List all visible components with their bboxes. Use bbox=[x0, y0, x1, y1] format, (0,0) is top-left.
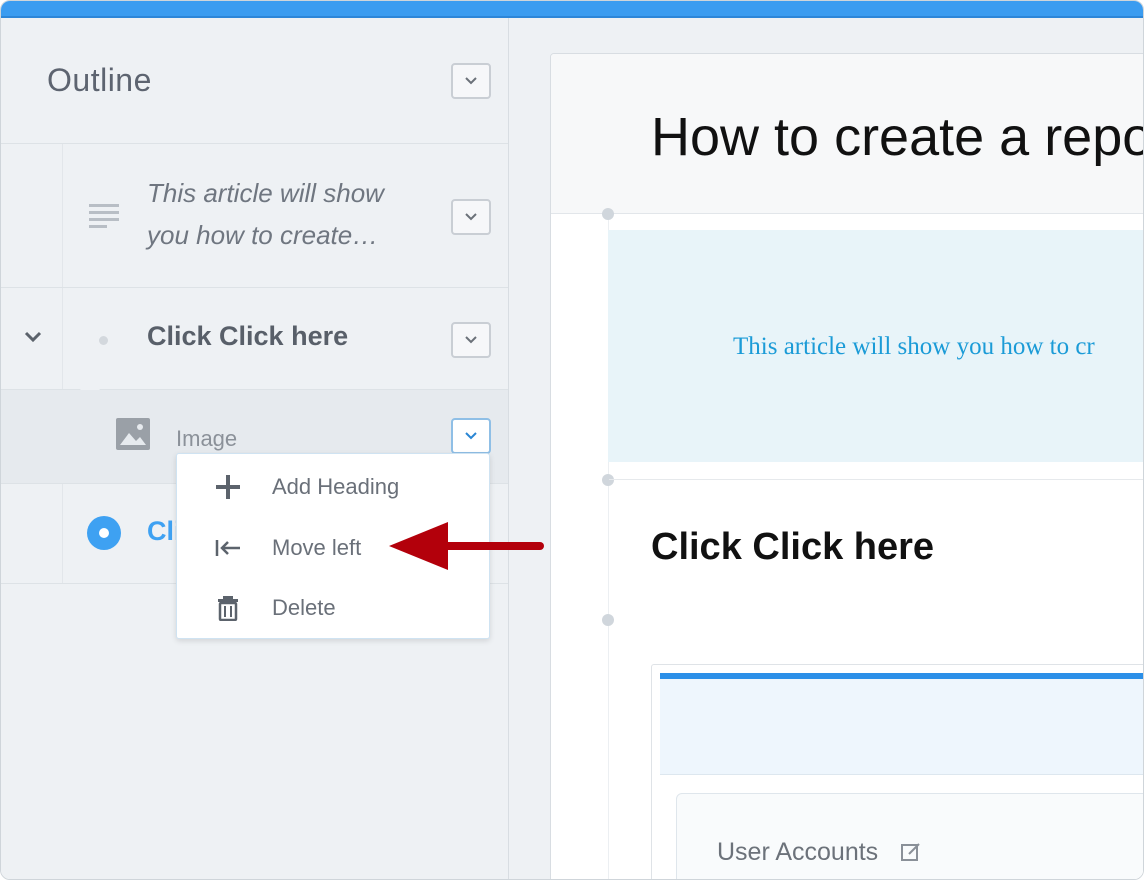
menu-item-delete[interactable]: Delete bbox=[177, 577, 489, 637]
trash-icon bbox=[218, 596, 238, 621]
outline-header: Outline bbox=[1, 18, 508, 144]
outline-item-label: Click Click here bbox=[147, 321, 349, 351]
block-handle[interactable] bbox=[602, 474, 614, 486]
outline-title: Outline bbox=[47, 62, 152, 98]
menu-item-label: Move left bbox=[272, 535, 362, 560]
menu-item-label: Delete bbox=[272, 595, 336, 620]
chevron-down-icon bbox=[465, 77, 477, 85]
outline-item-intro[interactable]: This article will show you how to create… bbox=[1, 144, 508, 288]
edit-icon bbox=[901, 843, 920, 861]
outline-sidebar: Outline This article will show you how t… bbox=[1, 18, 509, 879]
block-handle[interactable] bbox=[602, 614, 614, 626]
move-left-icon bbox=[215, 540, 240, 556]
menu-item-label: Add Heading bbox=[272, 474, 400, 499]
intro-text[interactable]: This article will show you how to cr bbox=[733, 333, 1095, 361]
item-options-button[interactable] bbox=[451, 199, 491, 235]
outline-item-label: Image bbox=[176, 426, 238, 451]
dot-icon bbox=[99, 336, 108, 345]
menu-item-add-heading[interactable]: Add Heading bbox=[177, 456, 489, 516]
embedded-screenshot[interactable]: User Accounts bbox=[651, 664, 1143, 879]
outline-item-label: This article will show you how to create… bbox=[147, 178, 384, 250]
app-window: Outline This article will show you how t… bbox=[0, 0, 1144, 880]
intro-block[interactable]: This article will show you how to cr bbox=[608, 230, 1143, 462]
radio-icon bbox=[87, 516, 121, 550]
outline-options-button[interactable] bbox=[451, 63, 491, 99]
lines-icon bbox=[89, 204, 119, 228]
title-block[interactable]: How to create a repo bbox=[551, 54, 1143, 214]
item-options-button-active[interactable] bbox=[451, 418, 491, 454]
plus-icon bbox=[216, 475, 240, 499]
outline-item-heading[interactable]: Click Click here bbox=[1, 288, 508, 400]
block-handle[interactable] bbox=[602, 208, 614, 220]
chevron-down-icon bbox=[465, 213, 477, 221]
top-accent-bar bbox=[1, 1, 1143, 18]
screenshot-label: User Accounts bbox=[717, 838, 879, 866]
chevron-down-icon bbox=[465, 432, 477, 440]
section-heading[interactable]: Click Click here bbox=[651, 526, 934, 569]
annotation-arrow-icon bbox=[389, 522, 544, 570]
chevron-down-icon bbox=[465, 336, 477, 344]
editor-area: How to create a repo This article will s… bbox=[509, 18, 1143, 879]
screenshot-panel: User Accounts bbox=[676, 793, 1143, 879]
document-canvas: How to create a repo This article will s… bbox=[550, 53, 1143, 879]
collapse-chevron-icon[interactable] bbox=[23, 330, 43, 344]
page-title[interactable]: How to create a repo bbox=[651, 106, 1143, 168]
image-icon bbox=[116, 418, 150, 450]
item-options-button[interactable] bbox=[451, 322, 491, 358]
